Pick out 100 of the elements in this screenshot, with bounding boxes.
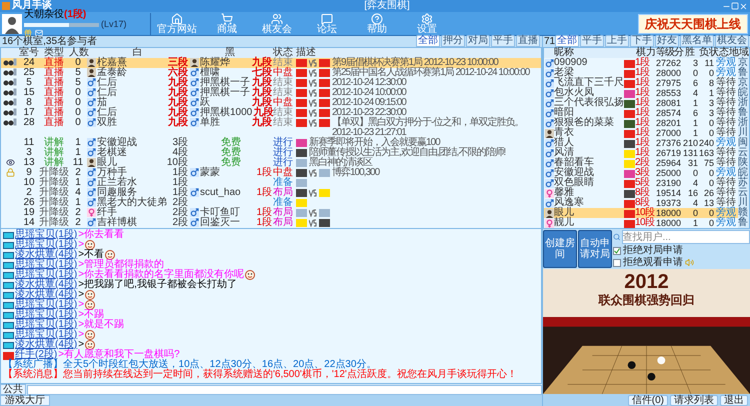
action-button[interactable]: 创建房间	[543, 230, 577, 268]
room-number: 26	[22, 198, 36, 208]
close-icon[interactable]	[739, 2, 748, 10]
game-row[interactable]: 9 升降级 2 万种手 1段 蒙蒙 1段中盘 博弈100,300	[1, 168, 541, 178]
game-row[interactable]: 11 讲解 1 安徽迎战 3段 免费 进行 新赛季即将开始，入会就要赢100	[1, 138, 541, 148]
game-row[interactable]: 14 升降级 2 吉祥博棋 2段 回鉴灭一 1段布局	[1, 218, 541, 228]
footer-button[interactable]: 信件(0)	[628, 394, 668, 406]
tab[interactable]: 上手	[605, 35, 630, 47]
player-row[interactable]: 三个代表很弘扬 1段 28081 1 3 等待 浙	[544, 98, 749, 108]
column-header[interactable]: 人数	[69, 48, 87, 58]
game-row[interactable]: 19 升降级 2 纤手 2段 卡叮鱼叮 1段布局	[1, 208, 541, 218]
search-icon[interactable]	[613, 233, 620, 241]
game-row[interactable]: 5 直播 5 仁后 九段 押黑棋一子 九段结束 2012-10-24 12:30:00	[1, 78, 541, 88]
player-name: 押黑棋一子	[200, 78, 251, 88]
game-row[interactable]: 26 升降级 1 黑老大的大徒弟 2段 准备	[1, 198, 541, 208]
column-header[interactable]: 胜	[683, 48, 695, 58]
user-link[interactable]: 纤手(2段)	[15, 350, 58, 360]
tab[interactable]: 好友	[655, 35, 680, 47]
tab[interactable]: 下手	[630, 35, 654, 47]
column-header[interactable]: 黑	[188, 48, 272, 58]
tab[interactable]: 平手	[580, 35, 604, 47]
user-link[interactable]: 思瑶宝贝(1段)	[15, 300, 78, 310]
column-header[interactable]: 负	[695, 48, 709, 58]
game-row[interactable]: 10 升降级 1 正兰若水 1段 准备	[1, 178, 541, 188]
user-link[interactable]: 淩水烘蕈(4段)	[15, 340, 78, 350]
game-row[interactable]: 24 直播 0 柁嘉熹 三段 陈耀烨 九段结束 第9届倡棋杯决赛第1局 2012-10-23 10:00:00	[1, 58, 541, 68]
search-field[interactable]: 查找用户...	[622, 230, 750, 244]
player-row[interactable]: 青衣 1段 27000 1 0 等待 川	[544, 128, 749, 138]
game-row[interactable]: 15 直播 0 仁后 九段 押黑棋一子 九段结束 2012-10-24 10:00:00	[1, 88, 541, 98]
player-row[interactable]: 馨雅 8段 19514 16 26 等待 云	[544, 188, 749, 198]
tab[interactable]: 直播	[516, 35, 540, 47]
user-link[interactable]: 淩水烘蕈(4段)	[15, 250, 78, 260]
tab[interactable]: 黑名单	[680, 35, 714, 47]
player-row[interactable]: 双色眼睛 5段 23190 4 0 等待 苏	[544, 178, 749, 188]
player-row[interactable]: 老梁 1段 28000 0 0 旁观 鲁	[544, 68, 749, 78]
user-link[interactable]: 淩水烘蕈(4段)	[15, 290, 78, 300]
player-row[interactable]: 眼儿 10段 18000 0 0 旁观 赣	[544, 208, 749, 218]
game-row[interactable]: 17 直播 0 仁后 九段 押黑棋1000九段结束 2012-10-23 22:30:00	[1, 108, 541, 118]
player-rank: 2段	[172, 208, 188, 218]
checkbox[interactable]	[613, 258, 621, 266]
game-row[interactable]: 13 讲解 11 眼儿 10段 免费 进行 黑白神的清谈区	[1, 158, 541, 168]
column-header[interactable]: 类型	[39, 48, 69, 58]
player-row[interactable]: 飞流直下三千尺 1段 27975 6 8 等待 京	[544, 78, 749, 88]
column-header[interactable]: 等级分	[656, 48, 683, 58]
gift-icon[interactable]	[24, 29, 32, 37]
player-status: 等待	[715, 78, 736, 88]
player-row[interactable]: 090909 1段 27262 3 11 旁观 京	[544, 58, 749, 68]
user-link[interactable]: 思瑶宝贝(1段)	[15, 270, 78, 280]
chat-input[interactable]	[27, 384, 542, 394]
user-link[interactable]: 思瑶宝贝(1段)	[15, 310, 78, 320]
player-row[interactable]: 包水火凤 1段 28553 4 1 等待 皖	[544, 88, 749, 98]
player-row[interactable]: 安徽迎战 3段 25000 0 0 旁观 皖	[544, 168, 749, 178]
tab[interactable]: 平手	[491, 35, 515, 47]
column-header[interactable]: 状态	[272, 48, 294, 58]
game-row[interactable]: 8 直播 0 茄 九段 跃 九段中盘 2012-10-24 09:15:00	[1, 98, 541, 108]
footer-button[interactable]: 请求列表	[670, 394, 718, 406]
column-header[interactable]: 白	[87, 48, 188, 58]
tab[interactable]: 棋友会	[715, 35, 750, 47]
player-losses: 0	[708, 218, 714, 228]
game-row[interactable]: 2 升降级 4 同趣服务 1段 scut_hao 1段布局	[1, 188, 541, 198]
column-header[interactable]: 状态	[709, 48, 729, 58]
user-link[interactable]: 思瑶宝贝(1段)	[15, 320, 78, 330]
player-row[interactable]: 风逸寒 8段 19373 4 13 等待 川	[544, 198, 749, 208]
speaker-icon[interactable]	[685, 258, 694, 267]
user-link[interactable]: 淩水烘蕈(4段)	[15, 280, 78, 290]
channel-button[interactable]: 公共	[0, 384, 26, 395]
tab[interactable]: 押分	[441, 35, 465, 47]
player-losses: 3	[708, 98, 714, 108]
player-row[interactable]: 暗阳 1段 28574 6 3 等待 鲁	[544, 108, 749, 118]
footer-button[interactable]: 退出	[720, 394, 748, 406]
column-header[interactable]: 室号	[19, 48, 39, 58]
player-row[interactable]: 猎人 1段 27376 210240 旁观 闽	[544, 138, 749, 148]
player-status: 等待	[715, 88, 736, 98]
tab[interactable]: 全部	[416, 35, 440, 47]
mail-icon[interactable]	[35, 29, 43, 37]
tab[interactable]: 全部	[555, 35, 580, 47]
player-row[interactable]: 风清 1段 26719 131 163 等待 云	[544, 148, 749, 158]
lobby-tab[interactable]: 游戏大厅	[0, 395, 50, 406]
player-losses: 75	[702, 158, 714, 168]
player-count: 2	[74, 208, 82, 218]
column-header[interactable]: 棋力	[624, 48, 656, 58]
user-link[interactable]: 思瑶宝贝(1段)	[15, 240, 78, 250]
player-row[interactable]: 狠狠爸的菜菜 1段 28201 1 0 等待 浙	[544, 118, 749, 128]
user-link[interactable]: 思瑶宝贝(1段)	[15, 230, 78, 240]
game-row[interactable]: 25 直播 5 孟泰龄 六段 檀啸 七段中盘 第25届中国名人战循环赛第1局 2012-10-24 10:00:00	[1, 68, 541, 78]
room-number: 9	[25, 168, 33, 178]
player-row[interactable]: 春韶看车 2段 25964 31 75 等待 陕	[544, 158, 749, 168]
user-link[interactable]: 思瑶宝贝(1段)	[15, 260, 78, 270]
promo-banner[interactable]: 庆祝天天围棋上线	[638, 14, 748, 34]
game-row[interactable]: 28 直播 0 双胜 九段 单胜 九段结束 【单双】黑白双方押分于-位之和，单双定胜负。 2012-10-23 21:27:01	[1, 118, 541, 138]
player-row[interactable]: 靓儿 10段 18000 1 0 旁观 鲁	[544, 218, 749, 228]
game-description: 2012-10-24 09:15:00	[332, 98, 406, 108]
user-link[interactable]: 思瑶宝贝(1段)	[15, 330, 78, 340]
game-row[interactable]: 3 讲解 1 老棋迷 4段 免费 进行 陪师董传授以生活为主,欢迎自由,团结,不限的陪师!	[1, 148, 541, 158]
checkbox[interactable]	[613, 246, 621, 254]
column-header[interactable]: 地域	[729, 48, 749, 58]
action-button[interactable]: 自动申请对局	[578, 230, 612, 268]
maximize-icon[interactable]	[731, 2, 739, 10]
tab[interactable]: 对局	[466, 35, 490, 47]
game-description: 2012-10-23 22:30:00	[332, 108, 406, 118]
